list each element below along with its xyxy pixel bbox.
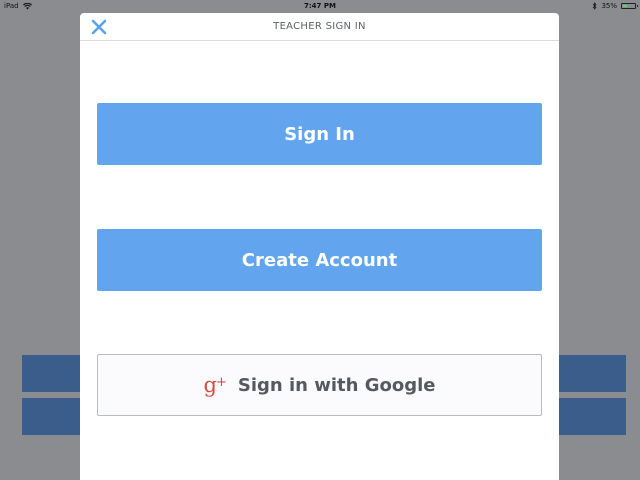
teacher-sign-in-modal: TEACHER SIGN IN Sign In Create Account g… (80, 13, 559, 480)
status-time: 7:47 PM (304, 2, 336, 10)
bluetooth-icon (593, 2, 597, 10)
create-account-button[interactable]: Create Account (97, 229, 542, 291)
battery-level (623, 5, 627, 7)
status-right: 35% (592, 2, 638, 10)
google-plus-icon: g+ (203, 373, 227, 397)
status-bar: iPad 7:47 PM 35% (0, 0, 640, 13)
battery-icon (621, 3, 638, 9)
google-sign-in-button[interactable]: g+ Sign in with Google (97, 354, 542, 416)
sign-in-button[interactable]: Sign In (97, 103, 542, 165)
battery-percent: 35% (601, 2, 617, 10)
google-sign-in-label: Sign in with Google (237, 374, 436, 396)
create-account-label: Create Account (241, 249, 398, 271)
screen: iPad 7:47 PM 35% TEACHER SIGN IN Sign In… (0, 0, 640, 480)
modal-header: TEACHER SIGN IN (80, 13, 559, 41)
sign-in-label: Sign In (284, 123, 355, 145)
modal-title: TEACHER SIGN IN (273, 21, 366, 32)
